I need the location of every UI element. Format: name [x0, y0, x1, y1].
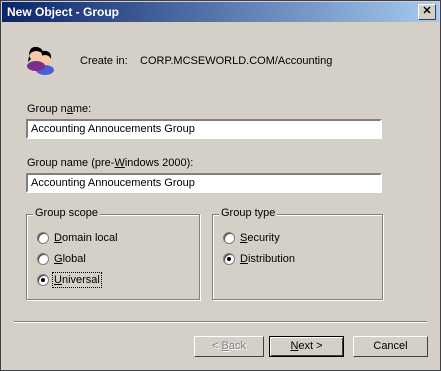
- new-object-dialog: New Object - Group ✕ Create in: CORP.MCS…: [0, 0, 441, 371]
- scope-universal-radio[interactable]: Universal: [37, 272, 102, 289]
- radio-button[interactable]: [37, 232, 49, 245]
- close-icon: ✕: [422, 5, 432, 17]
- back-button[interactable]: < Back: [194, 336, 264, 357]
- cancel-button[interactable]: Cancel: [353, 336, 428, 357]
- group-scope-box: Group scope Domain local Global Universa…: [26, 207, 200, 300]
- dialog-title: New Object - Group: [7, 5, 120, 19]
- scope-global-radio[interactable]: Global: [37, 253, 86, 266]
- group-name-input[interactable]: Accounting Annoucements Group: [26, 119, 382, 139]
- radio-button-selected[interactable]: [37, 274, 49, 287]
- group-type-box: Group type Security Distribution: [212, 207, 383, 300]
- type-distribution-radio[interactable]: Distribution: [223, 253, 295, 266]
- close-button[interactable]: ✕: [418, 4, 436, 20]
- next-button[interactable]: Next >: [269, 336, 344, 357]
- title-bar[interactable]: New Object - Group ✕: [2, 2, 439, 22]
- group-scope-title: Group scope: [33, 207, 100, 219]
- group-name-legacy-input[interactable]: Accounting Annoucements Group: [26, 173, 382, 193]
- create-in-label: Create in:: [80, 55, 128, 67]
- group-type-title: Group type: [219, 207, 278, 219]
- radio-button-selected[interactable]: [223, 253, 235, 266]
- radio-button[interactable]: [223, 232, 235, 245]
- group-name-legacy-label: Group name (pre-Windows 2000):: [27, 157, 194, 169]
- scope-domain-local-radio[interactable]: Domain local: [37, 232, 118, 245]
- radio-button[interactable]: [37, 253, 49, 266]
- create-in-path: CORP.MCSEWORLD.COM/Accounting: [140, 55, 333, 67]
- type-security-radio[interactable]: Security: [223, 232, 280, 245]
- divider: [14, 321, 427, 323]
- group-name-label: Group name:: [27, 103, 92, 115]
- group-icon: [27, 46, 54, 75]
